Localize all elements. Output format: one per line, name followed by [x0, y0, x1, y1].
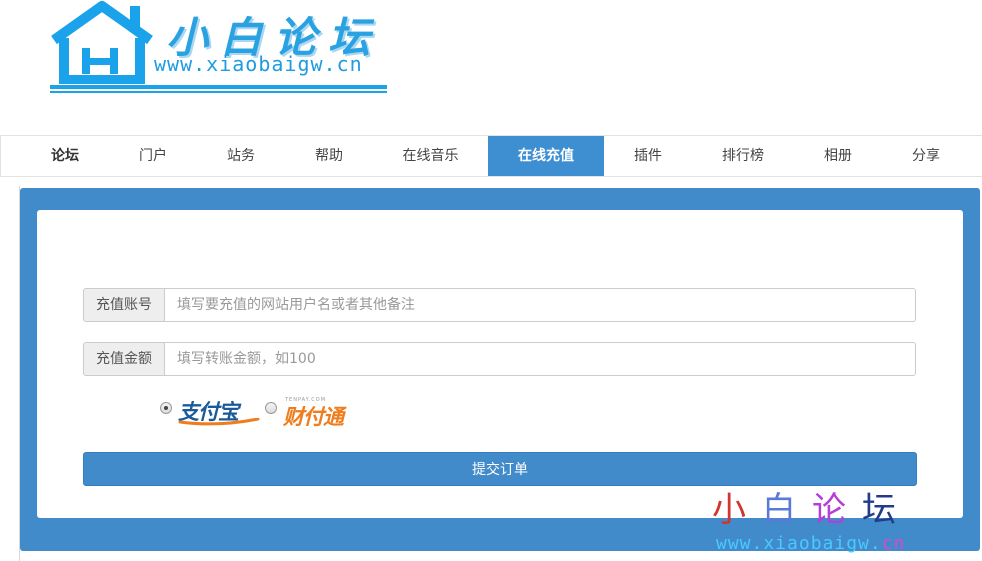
- main-nav: 论坛 门户 站务 帮助 在线音乐 在线充值 插件 排行榜 相册 分享: [0, 135, 982, 177]
- watermark-char: 论: [812, 490, 862, 530]
- page: 小白论坛 www.xiaobaigw.cn 论坛 门户 站务 帮助 在线音乐 在…: [0, 0, 982, 561]
- nav-item-online-recharge[interactable]: 在线充值: [488, 136, 604, 176]
- house-icon: [51, 1, 153, 84]
- account-label: 充值账号: [83, 288, 165, 322]
- nav-item-site-affairs[interactable]: 站务: [197, 136, 285, 176]
- nav-item-forum[interactable]: 论坛: [21, 136, 109, 176]
- watermark-url-part: cn: [881, 533, 906, 554]
- account-input[interactable]: [165, 288, 916, 322]
- account-input-group: 充值账号: [83, 288, 916, 322]
- amount-input[interactable]: [165, 342, 916, 376]
- nav-item-share[interactable]: 分享: [882, 136, 970, 176]
- watermark-url-part: www.xiaobaigw.: [716, 533, 882, 554]
- logo-underline-thin: [50, 91, 387, 93]
- watermark-char: 白: [762, 490, 812, 530]
- nav-item-rankings[interactable]: 排行榜: [692, 136, 794, 176]
- watermark-title: 小白论坛: [712, 482, 912, 531]
- nav-item-help[interactable]: 帮助: [285, 136, 373, 176]
- nav-item-online-music[interactable]: 在线音乐: [373, 136, 488, 176]
- alipay-radio[interactable]: [160, 402, 172, 414]
- watermark-char: 坛: [862, 490, 912, 530]
- alipay-swoosh-icon: [178, 418, 260, 426]
- submit-order-button[interactable]: 提交订单: [83, 452, 917, 486]
- nav-item-album[interactable]: 相册: [794, 136, 882, 176]
- alipay-logo[interactable]: 支付宝: [178, 396, 260, 426]
- watermark-char: 小: [712, 490, 762, 530]
- tenpay-logo[interactable]: TENPAY.COM 财付通: [283, 397, 363, 429]
- amount-input-group: 充值金额: [83, 342, 916, 376]
- logo-url: www.xiaobaigw.cn: [154, 52, 363, 76]
- nav-item-plugins[interactable]: 插件: [604, 136, 692, 176]
- site-logo[interactable]: 小白论坛 www.xiaobaigw.cn: [48, 0, 393, 100]
- nav-item-portal[interactable]: 门户: [109, 136, 197, 176]
- tenpay-radio[interactable]: [265, 402, 277, 414]
- tenpay-label: 财付通: [283, 404, 344, 429]
- watermark-url: www.xiaobaigw.cn: [716, 533, 905, 554]
- amount-label: 充值金额: [83, 342, 165, 376]
- logo-underline: [50, 85, 387, 89]
